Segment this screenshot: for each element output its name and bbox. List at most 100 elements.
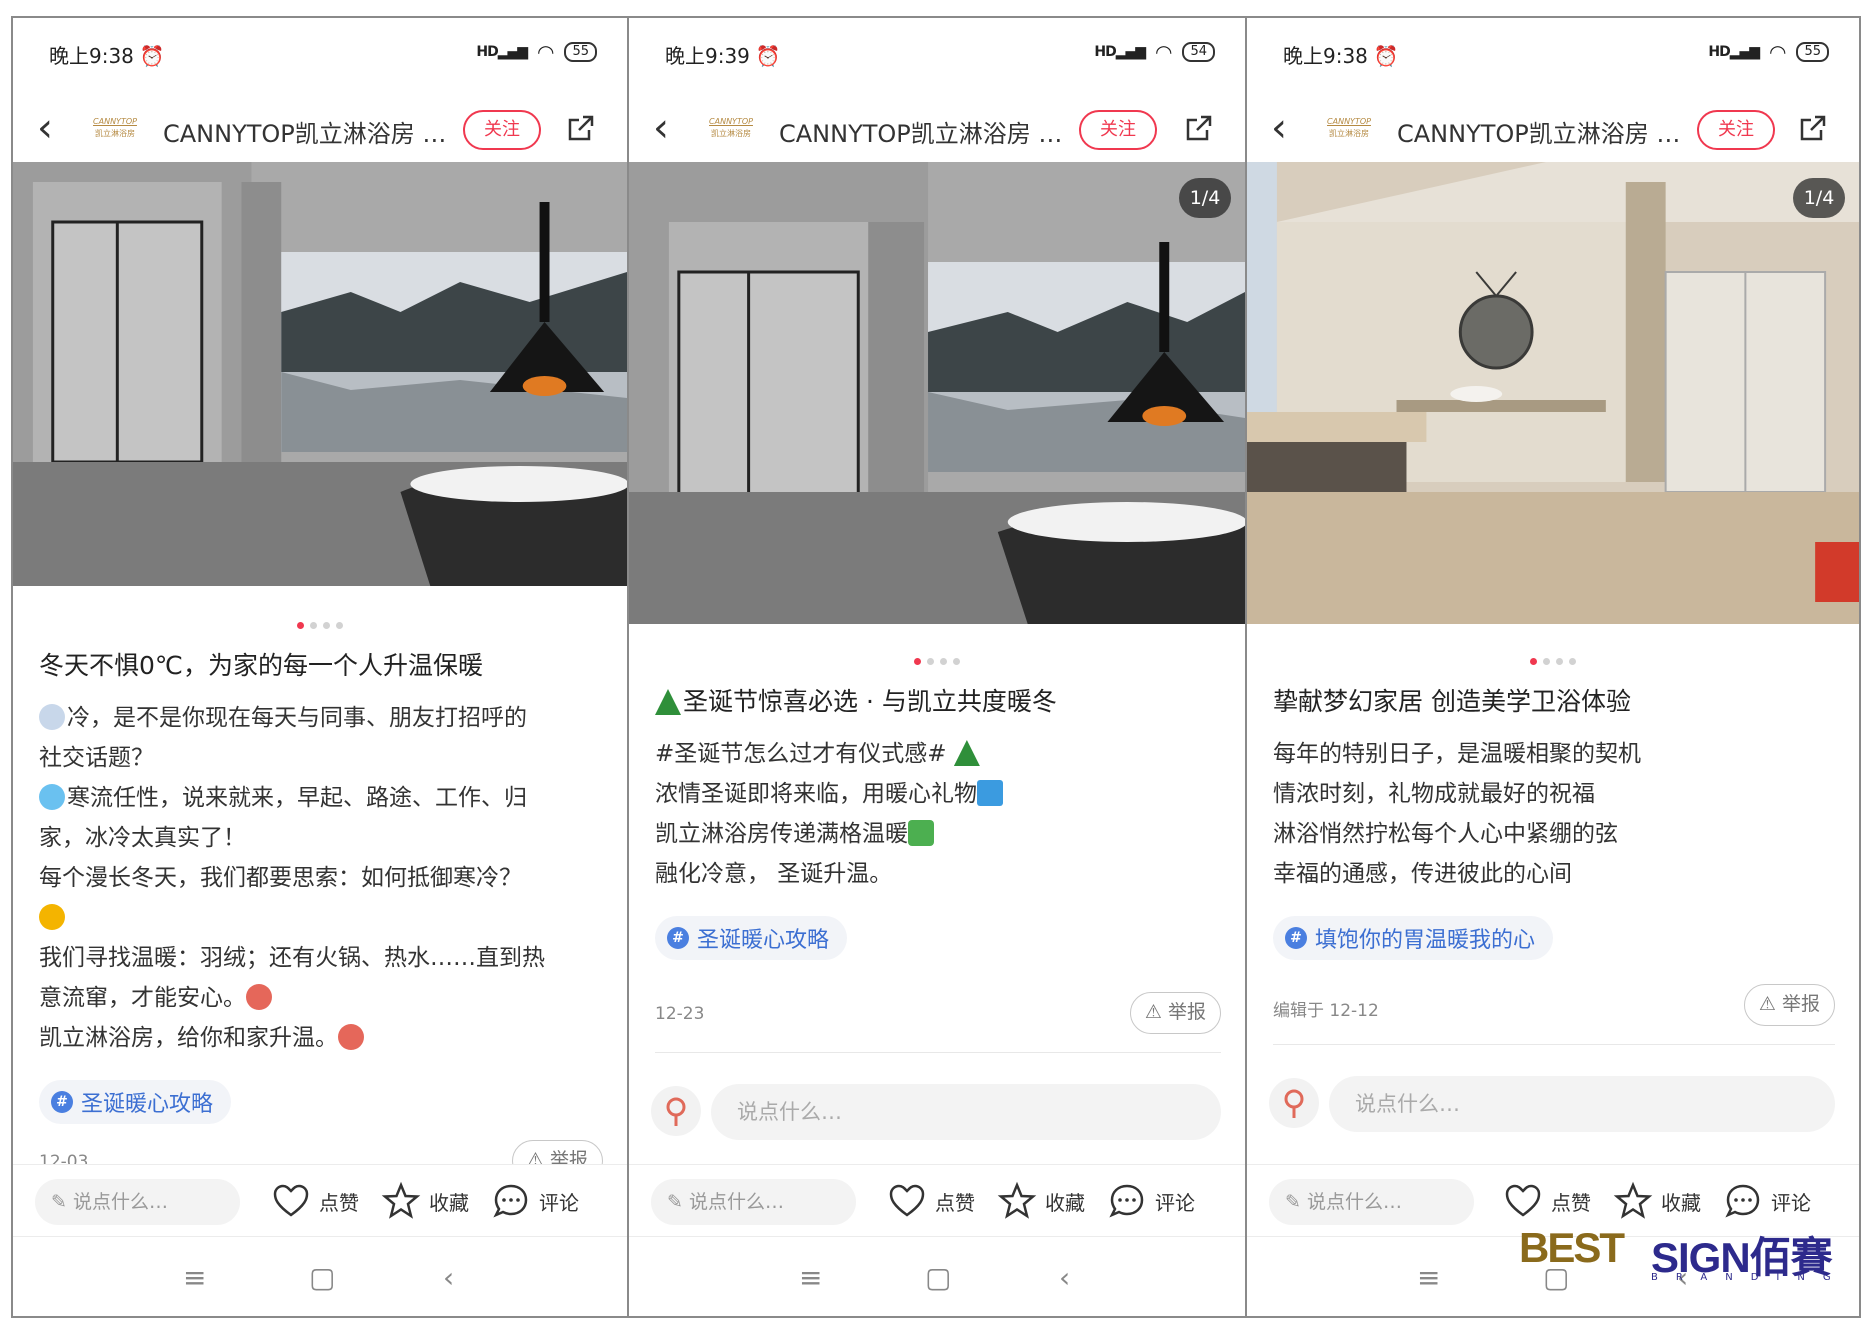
comment-composer: 说点什么… (1269, 1076, 1835, 1132)
back-icon[interactable]: ‹ (653, 108, 669, 148)
follow-button[interactable]: 关注 (1079, 110, 1157, 150)
gift-emoji-icon (977, 780, 1003, 806)
collect-button[interactable]: 收藏 (381, 1181, 469, 1221)
post-content: 圣诞节惊喜必选 · 与凯立共度暖冬 #圣诞节怎么过才有仪式感# 浓情圣诞即将来临… (655, 684, 1225, 960)
menu-icon[interactable]: ≡ (1417, 1261, 1440, 1294)
back-icon[interactable]: ‹ (37, 108, 53, 148)
post-meta: 12-23 ⚠ 举报 (655, 992, 1221, 1036)
wifi-icon: ◠ (1155, 40, 1173, 64)
signal-icon: HD▂▄▆ (476, 44, 528, 60)
comment-button[interactable]: 评论 (1107, 1181, 1195, 1221)
cold-face-emoji-icon (39, 784, 65, 810)
post-image[interactable]: 1/4 (629, 162, 1245, 624)
star-icon (1613, 1181, 1653, 1219)
comment-input[interactable]: ✎ 说点什么… (1269, 1179, 1474, 1225)
post-header: ‹ CANNYTOP 凯立淋浴房 CANNYTOP凯立淋浴房 … 关注 (629, 98, 1245, 162)
post-line: 我们寻找温暖：羽绒；还有火锅、热水……直到热 (39, 945, 545, 971)
share-icon[interactable] (1797, 112, 1829, 144)
carousel-dots (1247, 658, 1859, 670)
post-image[interactable]: 1/4 (1247, 162, 1859, 624)
share-icon[interactable] (565, 112, 597, 144)
comment-button[interactable]: 评论 (491, 1181, 579, 1221)
share-icon[interactable] (1183, 112, 1215, 144)
account-name[interactable]: CANNYTOP凯立淋浴房 … (1397, 114, 1687, 149)
post-content: 冬天不惧0℃，为家的每一个人升温保暖 冷，是不是你现在每天与同事、朋友打招呼的 … (39, 648, 607, 1124)
comment-input[interactable]: 说点什么… (711, 1084, 1221, 1140)
post-line (39, 898, 607, 938)
comment-icon (1109, 1184, 1144, 1218)
post-date: 12-23 (655, 1004, 705, 1024)
post-line: 情浓时刻，礼物成就最好的祝福 (1273, 781, 1595, 807)
back-nav-icon[interactable]: ‹ (1059, 1261, 1070, 1294)
post-content: 挚献梦幻家居 创造美学卫浴体验 每年的特别日子，是温暖相聚的契机 情浓时刻，礼物… (1273, 684, 1839, 960)
post-title: 圣诞节惊喜必选 · 与凯立共度暖冬 (655, 684, 1225, 720)
hotpot-emoji-icon (246, 984, 272, 1010)
hashtag-icon: # (667, 927, 689, 949)
topic-tag[interactable]: # 圣诞暖心攻略 (39, 1080, 232, 1124)
status-bar: 晚上9:39 ⏰ HD▂▄▆ ◠ 54 (665, 36, 1215, 70)
post-title: 冬天不惧0℃，为家的每一个人升温保暖 (39, 651, 483, 680)
account-name[interactable]: CANNYTOP凯立淋浴房 … (163, 114, 453, 149)
post-date: 编辑于 12-12 (1273, 1001, 1379, 1021)
follow-button[interactable]: 关注 (463, 110, 541, 150)
hotpot-emoji-icon (338, 1024, 364, 1050)
comment-button[interactable]: 评论 (1723, 1181, 1811, 1221)
post-line: 冷，是不是你现在每天与同事、朋友打招呼的 (39, 698, 607, 738)
status-time: 晚上9:38 (49, 44, 134, 68)
home-icon[interactable]: ▢ (309, 1261, 335, 1294)
post-line: 意流窜，才能安心。 (39, 978, 607, 1018)
status-time: 晚上9:38 (1283, 44, 1368, 68)
post-meta: 编辑于 12-12 ⚠ 举报 (1273, 984, 1835, 1028)
menu-icon[interactable]: ≡ (799, 1261, 822, 1294)
brand-logo[interactable]: CANNYTOP 凯立淋浴房 (705, 116, 757, 144)
report-button[interactable]: ⚠ 举报 (1743, 984, 1835, 1026)
post-line: 每年的特别日子，是温暖相聚的契机 (1273, 741, 1641, 767)
report-button[interactable]: ⚠ 举报 (1129, 992, 1221, 1034)
home-icon[interactable]: ▢ (925, 1261, 951, 1294)
carousel-dots (629, 658, 1245, 670)
collect-button[interactable]: 收藏 (997, 1181, 1085, 1221)
system-nav-bar: ≡ ▢ ‹ (13, 1236, 627, 1316)
post-line: 每个漫长冬天，我们都要思索：如何抵御寒冷？ (39, 865, 522, 891)
collect-button[interactable]: 收藏 (1613, 1181, 1701, 1221)
comment-icon (1725, 1184, 1760, 1218)
wifi-icon: ◠ (1769, 40, 1787, 64)
star-icon (381, 1181, 421, 1219)
comment-icon (493, 1184, 528, 1218)
post-header: ‹ CANNYTOP 凯立淋浴房 CANNYTOP凯立淋浴房 … 关注 (1247, 98, 1859, 162)
system-nav-bar: ≡ ▢ ‹ (629, 1236, 1245, 1316)
account-name[interactable]: CANNYTOP凯立淋浴房 … (779, 114, 1069, 149)
action-bar: ✎ 说点什么… 点赞 收藏 评论 (629, 1164, 1245, 1226)
topic-tag[interactable]: # 圣诞暖心攻略 (655, 916, 848, 960)
menu-icon[interactable]: ≡ (183, 1261, 206, 1294)
post-line: 社交话题？ (39, 745, 154, 771)
bathroom-lake-photo (13, 162, 627, 586)
post-line: 幸福的通感，传进彼此的心间 (1273, 861, 1572, 887)
back-icon[interactable]: ‹ (1271, 108, 1287, 148)
post-header: ‹ CANNYTOP 凯立淋浴房 CANNYTOP凯立淋浴房 … 关注 (13, 98, 627, 162)
action-bar: ✎ 说点什么… 点赞 收藏 评论 (1247, 1164, 1859, 1226)
post-line: 凯立淋浴房传递满格温暖 (655, 814, 1225, 854)
alarm-off-icon: ⏰ (139, 44, 165, 68)
brand-logo[interactable]: CANNYTOP 凯立淋浴房 (1323, 116, 1375, 144)
fearful-face-emoji-icon (39, 904, 65, 930)
signal-icon: HD▂▄▆ (1708, 44, 1760, 60)
post-image[interactable] (13, 162, 627, 586)
star-icon (997, 1181, 1037, 1219)
like-button[interactable]: 点赞 (887, 1181, 975, 1221)
post-line: 家，冰冷太真实了！ (39, 825, 246, 851)
alarm-off-icon: ⏰ (1373, 44, 1399, 68)
comment-input[interactable]: ✎ 说点什么… (35, 1179, 240, 1225)
comment-input[interactable]: ✎ 说点什么… (651, 1179, 856, 1225)
comment-input[interactable]: 说点什么… (1329, 1076, 1835, 1132)
page-indicator: 1/4 (1179, 178, 1231, 218)
brand-logo[interactable]: CANNYTOP 凯立淋浴房 (89, 116, 141, 144)
battery-indicator: 55 (1796, 42, 1829, 62)
follow-button[interactable]: 关注 (1697, 110, 1775, 150)
topic-tag[interactable]: # 填饱你的胃温暖我的心 (1273, 916, 1554, 960)
like-button[interactable]: 点赞 (1503, 1181, 1591, 1221)
signal-icon: HD▂▄▆ (1094, 44, 1146, 60)
phone-screen-1: 晚上9:38 ⏰ HD▂▄▆ ◠ 55 ‹ CANNYTOP 凯立淋浴房 CANNY… (11, 16, 629, 1318)
like-button[interactable]: 点赞 (271, 1181, 359, 1221)
back-nav-icon[interactable]: ‹ (443, 1261, 454, 1294)
